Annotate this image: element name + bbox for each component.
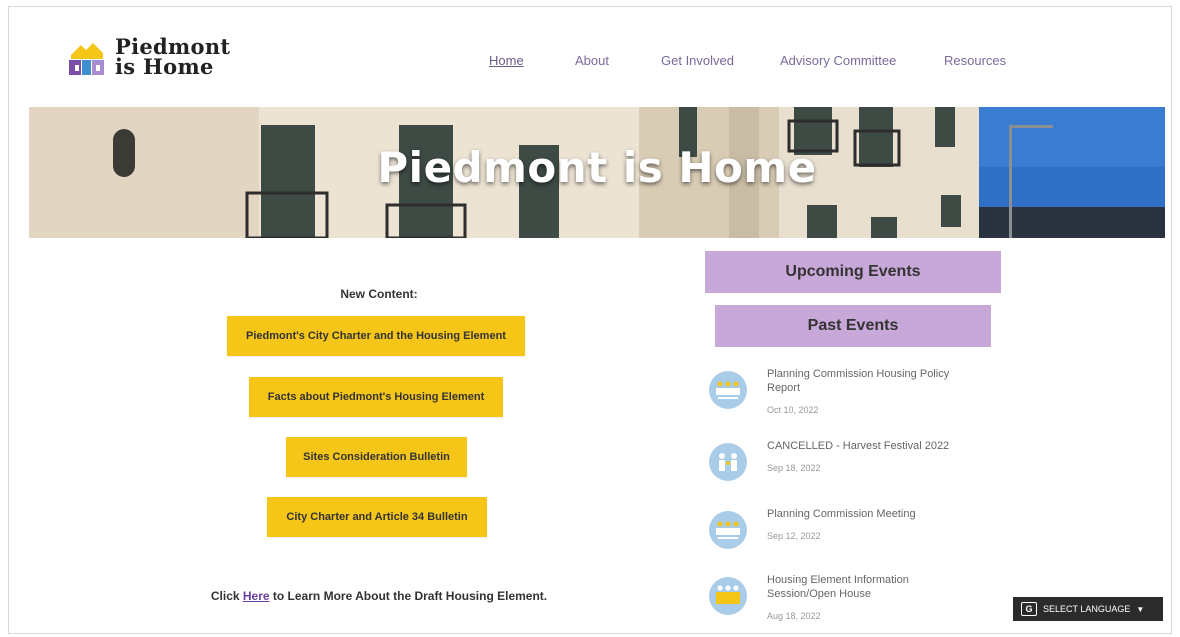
nav-home[interactable]: Home [489,53,524,68]
select-language-label: SELECT LANGUAGE [1043,604,1131,614]
nav-advisory-committee[interactable]: Advisory Committee [780,53,896,68]
open-house-icon [709,577,747,615]
sites-consideration-bulletin-button[interactable]: Sites Consideration Bulletin [286,437,467,477]
people-icon [709,443,747,481]
logo-line-2: is Home [115,54,214,79]
meeting-icon [709,511,747,549]
caret-down-icon: ▼ [1136,604,1145,614]
article-34-bulletin-button[interactable]: City Charter and Article 34 Bulletin [267,497,487,537]
google-translate-icon: G [1021,602,1037,616]
site-logo[interactable]: Piedmont is Home [67,36,230,79]
event-date: Oct 10, 2022 [767,405,819,415]
city-charter-housing-element-button[interactable]: Piedmont's City Charter and the Housing … [227,316,525,356]
new-content-heading: New Content: [340,287,418,301]
event-title[interactable]: Planning Commission Meeting [767,507,967,521]
nav-about[interactable]: About [575,53,609,68]
house-logo-icon [67,37,109,77]
event-title[interactable]: CANCELLED - Harvest Festival 2022 [767,439,967,453]
hero-banner: Piedmont is Home [29,107,1165,238]
housing-element-facts-button[interactable]: Facts about Piedmont's Housing Element [249,377,503,417]
meeting-icon [709,371,747,409]
event-title[interactable]: Planning Commission Housing Policy Repor… [767,367,967,395]
nav-resources[interactable]: Resources [944,53,1006,68]
learn-more-line: Click Here to Learn More About the Draft… [210,589,548,603]
event-title[interactable]: Housing Element Information Session/Open… [767,573,967,601]
event-date: Aug 18, 2022 [767,611,821,621]
select-language-button[interactable]: G SELECT LANGUAGE ▼ [1013,597,1163,621]
nav-get-involved[interactable]: Get Involved [661,53,734,68]
page-frame: Piedmont is Home Home About Get Involved… [8,6,1172,634]
event-date: Sep 18, 2022 [767,463,821,473]
event-date: Sep 12, 2022 [767,531,821,541]
hero-title: Piedmont is Home [377,143,817,192]
here-link[interactable]: Here [243,589,270,603]
upcoming-events-button[interactable]: Upcoming Events [705,251,1001,293]
past-events-button[interactable]: Past Events [715,305,991,347]
